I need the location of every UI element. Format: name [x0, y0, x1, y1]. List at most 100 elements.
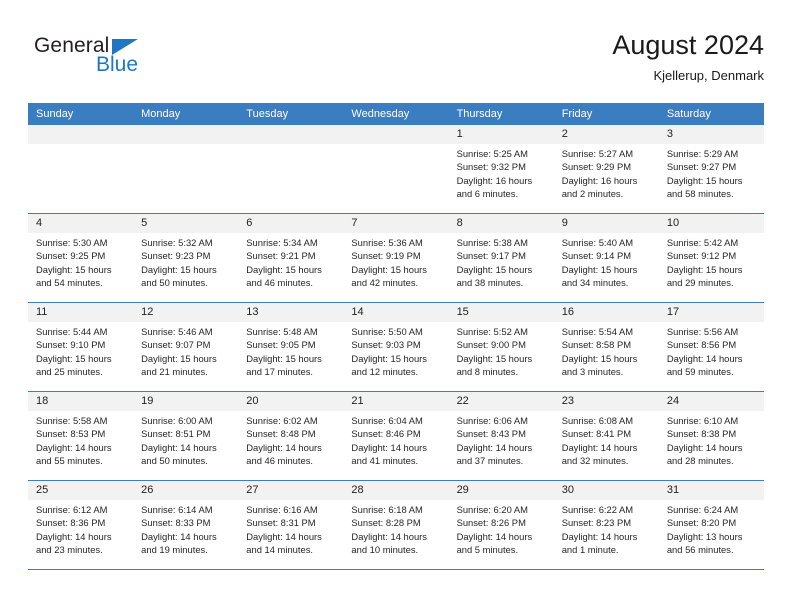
day-details: Sunrise: 6:18 AM Sunset: 8:28 PM Daylight:…	[343, 500, 448, 557]
calendar-day-cell-empty	[28, 125, 134, 214]
day-details: Sunrise: 5:36 AM Sunset: 9:19 PM Daylight:…	[343, 233, 448, 290]
day-details: Sunrise: 6:00 AM Sunset: 8:51 PM Daylight:…	[133, 411, 238, 468]
page-title: August 2024	[612, 30, 764, 60]
daylight-line-continued: and 56 minutes.	[666, 544, 734, 556]
calendar-day-cell[interactable]: 19 Sunrise: 6:00 AM Sunset: 8:51 PM Dayligh…	[133, 391, 239, 481]
day-details: Sunrise: 5:38 AM Sunset: 9:17 PM Daylight:…	[449, 233, 554, 290]
calendar-day-cell[interactable]: 12 Sunrise: 5:46 AM Sunset: 9:07 PM Dayligh…	[133, 302, 239, 392]
sunrise-line: Sunrise: 6:10 AM	[666, 415, 739, 426]
daylight-line-continued: and 55 minutes.	[36, 455, 103, 467]
calendar-day-cell[interactable]: 9 Sunrise: 5:40 AM Sunset: 9:14 PM Daylight…	[553, 213, 659, 303]
calendar-header-row: Sunday Monday Tuesday Wednesday Thursday Frid…	[28, 103, 764, 125]
calendar-day-cell[interactable]: 10 Sunrise: 5:42 AM Sunset: 9:12 PM Dayligh…	[658, 213, 764, 303]
day-number: 17	[658, 303, 764, 322]
daylight-line: Daylight: 14 hours	[666, 441, 743, 453]
day-number: 16	[553, 303, 659, 322]
calendar-day-cell[interactable]: 15 Sunrise: 5:52 AM Sunset: 9:00 PM Dayligh…	[448, 302, 554, 392]
daylight-line: Daylight: 14 hours	[36, 441, 112, 453]
sunrise-line: Sunrise: 5:27 AM	[561, 148, 634, 159]
calendar-day-cell[interactable]: 26 Sunrise: 6:14 AM Sunset: 8:33 PM Dayligh…	[133, 480, 239, 570]
calendar-day-cell[interactable]: 1 Sunrise: 5:25 AM Sunset: 9:32 PM Daylight…	[448, 125, 554, 214]
day-details: Sunrise: 5:25 AM Sunset: 9:32 PM Daylight:…	[449, 144, 554, 201]
sunset-line: Sunset: 8:31 PM	[246, 517, 316, 529]
daylight-line: Daylight: 15 hours	[36, 352, 112, 364]
calendar-day-cell-empty	[133, 125, 239, 214]
daylight-line-continued: and 37 minutes.	[456, 455, 524, 467]
sunrise-line: Sunrise: 6:24 AM	[666, 504, 739, 515]
daylight-line-continued: and 5 minutes.	[456, 544, 519, 556]
calendar-day-cell[interactable]: 24 Sunrise: 6:10 AM Sunset: 8:38 PM Dayligh…	[658, 391, 764, 481]
daylight-line-continued: and 6 minutes.	[456, 188, 519, 200]
calendar-day-cell[interactable]: 11 Sunrise: 5:44 AM Sunset: 9:10 PM Dayligh…	[28, 302, 134, 392]
daylight-line-continued: and 8 minutes.	[456, 366, 519, 378]
calendar-day-cell[interactable]: 23 Sunrise: 6:08 AM Sunset: 8:41 PM Dayligh…	[553, 391, 659, 481]
calendar-day-cell[interactable]: 25 Sunrise: 6:12 AM Sunset: 8:36 PM Dayligh…	[28, 480, 134, 570]
day-number: 13	[238, 303, 344, 322]
day-details: Sunrise: 5:42 AM Sunset: 9:12 PM Daylight:…	[659, 233, 764, 290]
calendar-day-cell-empty	[238, 125, 344, 214]
sunrise-line: Sunrise: 5:42 AM	[666, 237, 739, 248]
sunset-line: Sunset: 9:27 PM	[666, 161, 737, 173]
calendar-day-cell[interactable]: 17 Sunrise: 5:56 AM Sunset: 8:56 PM Dayligh…	[658, 302, 764, 392]
sunset-line: Sunset: 8:33 PM	[141, 517, 211, 529]
sunset-line: Sunset: 8:48 PM	[246, 428, 316, 440]
sunrise-line: Sunrise: 6:06 AM	[456, 415, 528, 426]
daylight-line: Daylight: 15 hours	[351, 263, 427, 275]
daylight-line-continued: and 3 minutes.	[561, 366, 624, 378]
day-number: 21	[343, 392, 449, 411]
sunrise-line: Sunrise: 5:40 AM	[561, 237, 634, 248]
day-number	[28, 125, 134, 144]
calendar-day-cell[interactable]: 31 Sunrise: 6:24 AM Sunset: 8:20 PM Dayligh…	[658, 480, 764, 570]
calendar-day-cell[interactable]: 3 Sunrise: 5:29 AM Sunset: 9:27 PM Daylight…	[658, 125, 764, 214]
calendar-day-cell[interactable]: 29 Sunrise: 6:20 AM Sunset: 8:26 PM Dayligh…	[448, 480, 554, 570]
calendar-day-cell[interactable]: 30 Sunrise: 6:22 AM Sunset: 8:23 PM Dayligh…	[553, 480, 659, 570]
calendar-day-cell[interactable]: 21 Sunrise: 6:04 AM Sunset: 8:46 PM Dayligh…	[343, 391, 449, 481]
sunrise-line: Sunrise: 5:44 AM	[36, 326, 108, 337]
daylight-line-continued: and 1 minute.	[561, 544, 619, 556]
calendar-day-cell[interactable]: 18 Sunrise: 5:58 AM Sunset: 8:53 PM Dayligh…	[28, 391, 134, 481]
calendar-day-cell[interactable]: 5 Sunrise: 5:32 AM Sunset: 9:23 PM Daylight…	[133, 213, 239, 303]
day-number	[238, 125, 344, 144]
daylight-line-continued: and 50 minutes.	[141, 455, 208, 467]
weekday-header-sunday: Sunday	[28, 103, 134, 125]
calendar-day-cell[interactable]: 22 Sunrise: 6:06 AM Sunset: 8:43 PM Dayligh…	[448, 391, 554, 481]
calendar-day-cell[interactable]: 6 Sunrise: 5:34 AM Sunset: 9:21 PM Daylight…	[238, 213, 344, 303]
calendar-day-cell[interactable]: 4 Sunrise: 5:30 AM Sunset: 9:25 PM Daylight…	[28, 213, 134, 303]
weekday-header-wednesday: Wednesday	[343, 103, 449, 125]
daylight-line-continued: and 58 minutes.	[666, 188, 734, 200]
day-details: Sunrise: 5:56 AM Sunset: 8:56 PM Daylight:…	[659, 322, 764, 379]
daylight-line: Daylight: 14 hours	[141, 530, 217, 542]
day-details: Sunrise: 6:10 AM Sunset: 8:38 PM Daylight:…	[659, 411, 764, 468]
calendar-day-cell[interactable]: 13 Sunrise: 5:48 AM Sunset: 9:05 PM Dayligh…	[238, 302, 344, 392]
daylight-line: Daylight: 16 hours	[456, 174, 533, 186]
day-number: 24	[658, 392, 764, 411]
daylight-line-continued: and 19 minutes.	[141, 544, 208, 556]
calendar-week-row: 1 Sunrise: 5:25 AM Sunset: 9:32 PM Daylight…	[28, 125, 764, 214]
daylight-line-continued: and 59 minutes.	[666, 366, 734, 378]
sunset-line: Sunset: 8:36 PM	[36, 517, 106, 529]
day-details: Sunrise: 6:22 AM Sunset: 8:23 PM Daylight:…	[554, 500, 659, 557]
sunset-line: Sunset: 8:20 PM	[666, 517, 737, 529]
sunrise-line: Sunrise: 6:22 AM	[561, 504, 634, 515]
weekday-header-thursday: Thursday	[448, 103, 554, 125]
calendar-day-cell[interactable]: 7 Sunrise: 5:36 AM Sunset: 9:19 PM Daylight…	[343, 213, 449, 303]
calendar-day-cell[interactable]: 16 Sunrise: 5:54 AM Sunset: 8:58 PM Dayligh…	[553, 302, 659, 392]
calendar-day-cell[interactable]: 28 Sunrise: 6:18 AM Sunset: 8:28 PM Dayligh…	[343, 480, 449, 570]
calendar-day-cell[interactable]: 8 Sunrise: 5:38 AM Sunset: 9:17 PM Daylight…	[448, 213, 554, 303]
day-details	[133, 144, 238, 147]
daylight-line-continued: and 28 minutes.	[666, 455, 734, 467]
calendar-day-cell[interactable]: 20 Sunrise: 6:02 AM Sunset: 8:48 PM Dayligh…	[238, 391, 344, 481]
calendar-day-cell[interactable]: 2 Sunrise: 5:27 AM Sunset: 9:29 PM Daylight…	[553, 125, 659, 214]
sunrise-line: Sunrise: 5:36 AM	[351, 237, 423, 248]
day-number: 23	[553, 392, 659, 411]
day-number: 22	[448, 392, 554, 411]
sunrise-line: Sunrise: 6:00 AM	[141, 415, 213, 426]
daylight-line: Daylight: 15 hours	[36, 263, 112, 275]
general-blue-logo[interactable]: General Blue	[34, 34, 224, 90]
day-details: Sunrise: 5:30 AM Sunset: 9:25 PM Daylight:…	[28, 233, 133, 290]
daylight-line: Daylight: 15 hours	[561, 263, 638, 275]
calendar-day-cell[interactable]: 14 Sunrise: 5:50 AM Sunset: 9:03 PM Dayligh…	[343, 302, 449, 392]
calendar-day-cell[interactable]: 27 Sunrise: 6:16 AM Sunset: 8:31 PM Dayligh…	[238, 480, 344, 570]
day-number: 19	[133, 392, 239, 411]
daylight-line: Daylight: 15 hours	[666, 174, 743, 186]
